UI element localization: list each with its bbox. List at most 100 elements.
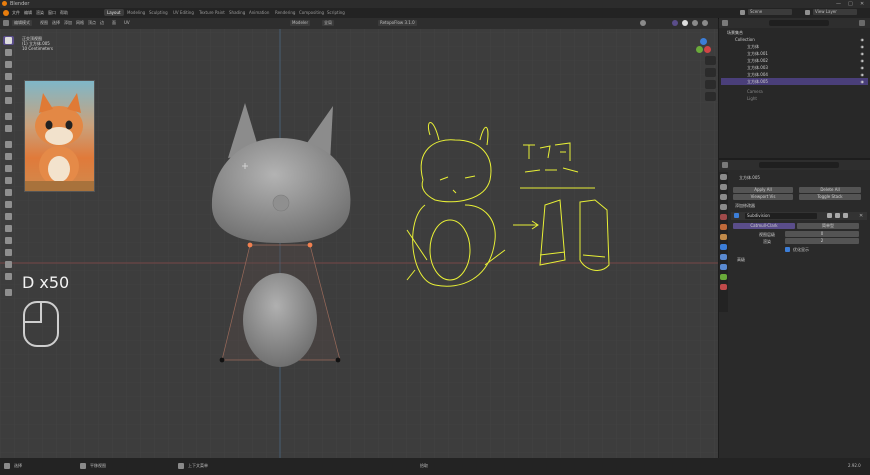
edit-mode-toggle-icon[interactable] [827,213,832,218]
navigation-gizmo[interactable] [696,38,711,53]
editor-type-icon[interactable] [3,20,9,26]
outliner-row-cube-002[interactable]: 立方体.002 ◉ [721,57,868,64]
viewport-vis-button[interactable]: Viewport Vis [733,194,793,200]
tab-texture-paint[interactable]: Texture Paint [196,9,228,16]
menu-window[interactable]: 窗口 [48,10,56,16]
z-axis-icon[interactable] [700,38,707,45]
edge-slide-tool[interactable] [3,248,14,257]
select-tool[interactable] [3,36,14,45]
camera-view-button[interactable] [705,80,716,89]
menu-file[interactable]: 文件 [12,10,20,16]
measure-tool[interactable] [3,124,14,133]
menu-view[interactable]: 视图 [40,20,48,26]
loop-cut-tool[interactable] [3,188,14,197]
properties-type-icon[interactable] [722,162,728,168]
zoom-button[interactable] [705,56,716,65]
transform-tool[interactable] [3,96,14,105]
outliner-row-cube-001[interactable]: 立方体.001 ◉ [721,50,868,57]
outliner-row-light[interactable]: Light [721,95,868,102]
menu-vertex[interactable]: 顶点 [88,20,96,26]
inset-tool[interactable] [3,164,14,173]
outliner-row-collection[interactable]: Collection ◉ [721,36,868,43]
visibility-eye-icon[interactable]: ◉ [861,78,865,85]
output-tab-icon[interactable] [720,194,727,200]
view-layer-tab-icon[interactable] [720,204,727,210]
knife-tool[interactable] [3,200,14,209]
toggle-stack-button[interactable]: Toggle Stack [799,194,861,200]
menu-edge[interactable]: 边 [100,20,104,26]
menu-render[interactable]: 渲染 [36,10,44,16]
scene-tab-icon[interactable] [720,214,727,220]
solid-shading-icon[interactable] [682,20,688,26]
render-tab-icon[interactable] [720,184,727,190]
transform-orientation[interactable]: 全局 [322,20,334,26]
render-levels-field[interactable]: 2 [785,238,859,244]
object-tab-icon[interactable] [720,234,727,240]
add-modifier-button[interactable]: 添加修改器 [735,203,755,209]
tab-compositing[interactable]: Compositing [296,9,327,16]
menu-mesh[interactable]: 网格 [76,20,84,26]
delete-all-button[interactable]: Delete All [799,187,861,193]
overlay-icon[interactable] [640,20,646,26]
tab-modeling[interactable]: Modeling [124,9,148,16]
menu-select[interactable]: 选择 [52,20,60,26]
visibility-eye-icon[interactable]: ◉ [861,43,865,50]
move-tool[interactable] [3,60,14,69]
outliner-search-input[interactable] [769,20,829,26]
modifier-header[interactable]: Subdivision ✕ [731,212,867,220]
advanced-panel-toggle[interactable]: 高级 [737,257,745,263]
x-axis-icon[interactable] [704,46,711,53]
data-tab-icon[interactable] [720,274,727,280]
levels-viewport-field[interactable]: 0 [785,231,859,237]
realtime-toggle-icon[interactable] [835,213,840,218]
xray-icon[interactable] [672,20,678,26]
menu-face[interactable]: 面 [112,20,116,26]
poly-build-tool[interactable] [3,212,14,221]
bevel-tool[interactable] [3,176,14,185]
menu-uv[interactable]: UV [124,20,130,25]
view-layer-selector[interactable]: View Layer [813,9,857,15]
world-tab-icon[interactable] [720,224,727,230]
scene-selector[interactable]: Scene [748,9,792,15]
physics-tab-icon[interactable] [720,264,727,270]
tab-sculpting[interactable]: Sculpting [146,9,171,16]
menu-edit[interactable]: 编辑 [24,10,32,16]
outliner-type-icon[interactable] [722,20,728,26]
extrude-tool[interactable] [3,152,14,161]
tab-animation[interactable]: Animation [246,9,272,16]
shear-tool[interactable] [3,272,14,281]
catmull-clark-button[interactable]: Catmull-Clark [733,223,795,229]
rotate-tool[interactable] [3,72,14,81]
scale-tool[interactable] [3,84,14,93]
visibility-eye-icon[interactable]: ◉ [861,36,865,43]
y-axis-icon[interactable] [696,46,703,53]
vertex-bottom-left[interactable] [219,357,225,363]
spin-tool[interactable] [3,224,14,233]
apply-all-button[interactable]: Apply All [733,187,793,193]
pan-button[interactable] [705,68,716,77]
smooth-tool[interactable] [3,236,14,245]
fox-model[interactable] [200,98,360,373]
visibility-eye-icon[interactable]: ◉ [861,50,865,57]
close-modifier-icon[interactable]: ✕ [859,213,863,219]
vertex-bottom-right[interactable] [335,357,341,363]
close-button[interactable]: ✕ [860,1,864,7]
tab-rendering[interactable]: Rendering [272,9,298,16]
tab-uv-editing[interactable]: UV Editing [170,9,197,16]
reference-image[interactable] [24,80,95,192]
tab-shading[interactable]: Shading [226,9,248,16]
maximize-button[interactable]: □ [848,1,853,7]
tab-scripting[interactable]: Scripting [324,9,348,16]
snap-menu[interactable]: Modeler [290,20,311,26]
rendered-shading-icon[interactable] [702,20,708,26]
blender-menu-icon[interactable] [3,10,9,16]
shrink-tool[interactable] [3,260,14,269]
filter-icon[interactable] [859,20,865,26]
mode-selector[interactable]: 编辑模式 [12,20,32,26]
outliner-row-cube[interactable]: 立方体 ◉ [721,43,868,50]
add-cube-tool[interactable] [3,140,14,149]
vertex-top-left[interactable] [247,242,253,248]
tab-layout[interactable]: Layout [104,9,124,16]
3d-viewport[interactable]: 编辑模式 视图 选择 添加 网格 顶点 边 面 UV 全局 Modeler Re… [0,18,718,458]
menu-help[interactable]: 帮助 [60,10,68,16]
